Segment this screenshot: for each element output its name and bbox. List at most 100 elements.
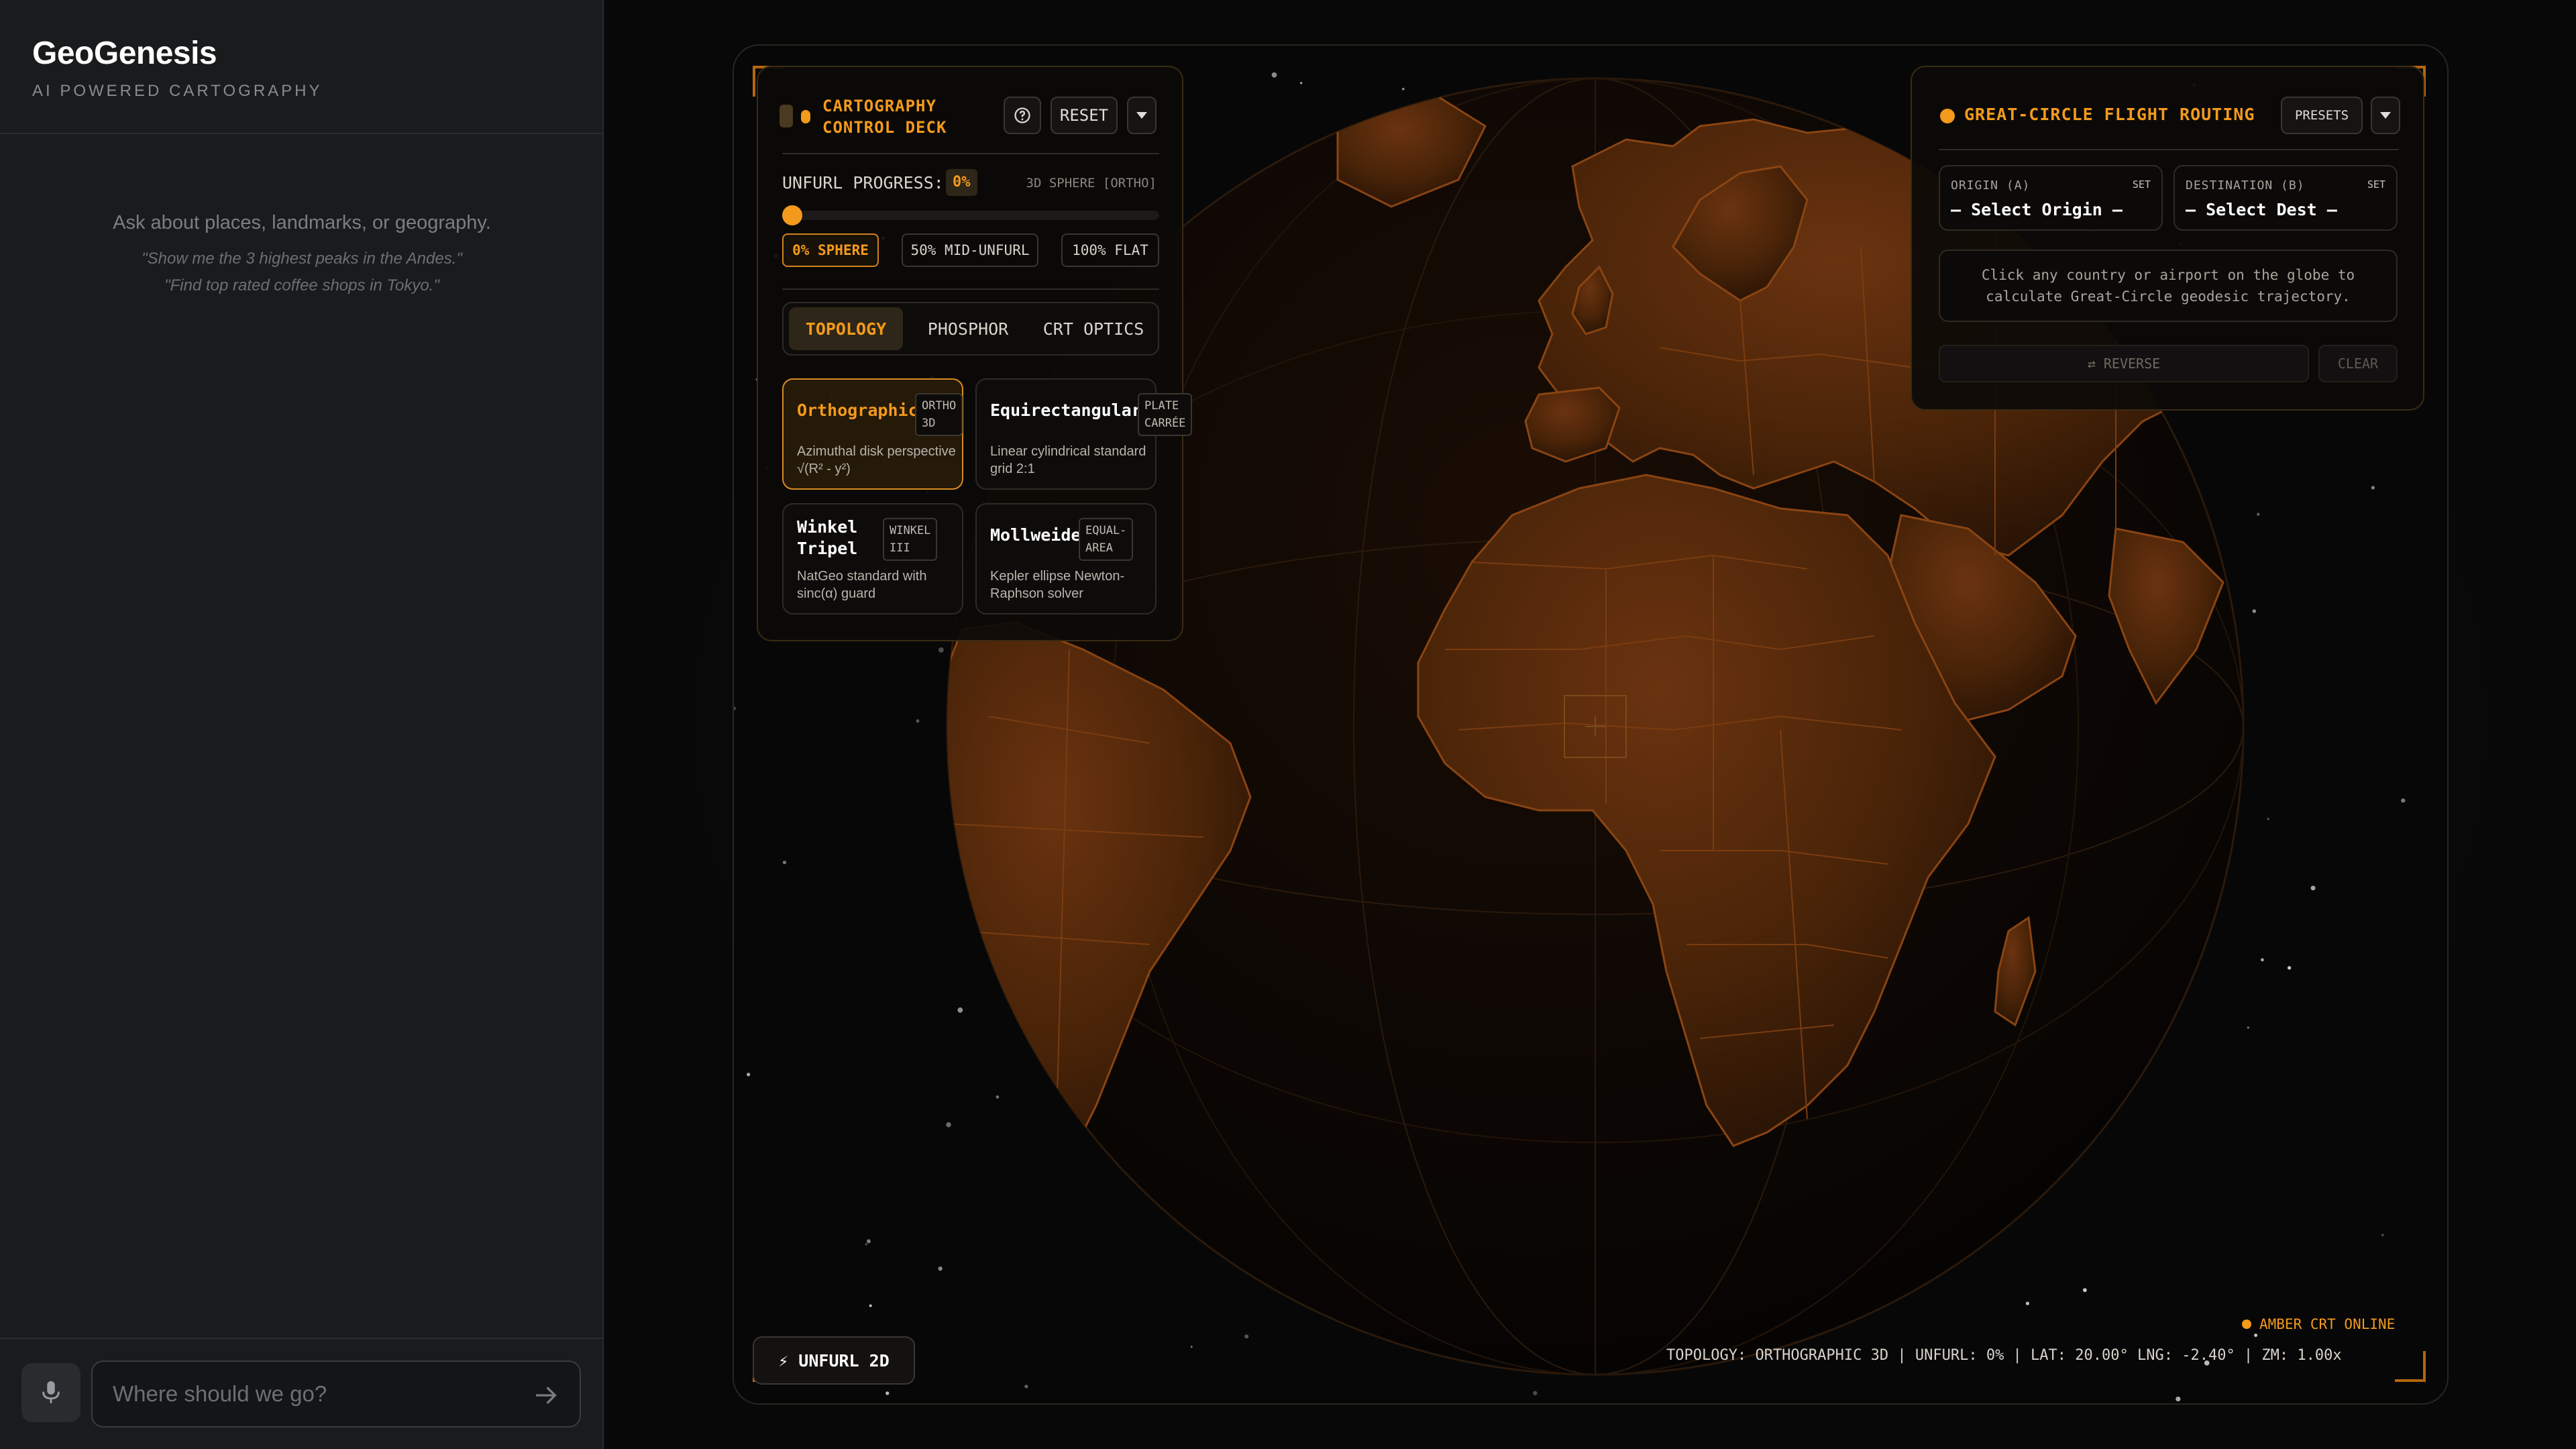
clear-button[interactable]: CLEAR [2318,345,2398,382]
reset-button[interactable]: RESET [1051,97,1118,134]
crt-status-label: AMBER CRT ONLINE [2259,1316,2396,1332]
star [938,1266,943,1271]
panel-title: GREAT-CIRCLE FLIGHT ROUTING [1964,105,2255,124]
projection-tag-line: 3D [922,417,936,430]
star [2247,1026,2249,1029]
star [2381,1234,2384,1237]
frame-corner [2395,1351,2426,1382]
destination-value: — Select Dest — [2186,200,2337,219]
arrow-right-icon[interactable] [533,1382,559,1409]
unfurl-progress-value: 0% [946,169,977,196]
caret-down-icon [1136,112,1147,119]
microphone-button[interactable] [21,1363,80,1422]
projection-mode-label: 3D SPHERE [ORTHO] [1026,176,1157,191]
collapse-button[interactable] [2371,97,2400,134]
star [866,1239,871,1244]
chat-composer [91,1360,581,1428]
drag-handle[interactable] [780,105,793,127]
microphone-icon [42,1381,60,1403]
crt-status: AMBER CRT ONLINE [2242,1316,2395,1332]
app-subtitle: AI POWERED CARTOGRAPHY [32,82,323,100]
tab-crt-optics[interactable]: CRT OPTICS [1033,307,1154,350]
star [2025,1301,2030,1305]
star [746,1073,751,1077]
composer-divider [0,1338,604,1339]
panel-divider [1939,149,2399,150]
unfurl-slider-thumb[interactable] [782,205,802,225]
chat-input[interactable] [113,1362,515,1426]
unfurl-slider[interactable] [782,205,1159,225]
origin-set-button[interactable]: SET [2133,178,2151,191]
projection-name: Equirectangular [990,400,1142,420]
app-title: GeoGenesis [32,36,217,71]
status-dot [2242,1320,2251,1329]
preset-sphere[interactable]: 0% SPHERE [782,233,879,267]
destination-field[interactable]: DESTINATION (B) SET — Select Dest — [2174,165,2398,231]
help-button[interactable] [1004,97,1041,134]
status-dot [801,110,810,123]
projection-card-mollweide[interactable]: Mollweide EQUAL- AREA Kepler ellipse Newt… [975,503,1157,614]
chat-empty-prompt: Ask about places, landmarks, or geograph… [113,212,491,233]
projection-description: Azimuthal disk perspective √(R² - y²) [797,444,956,476]
presets-button[interactable]: PRESETS [2281,97,2363,134]
star [2401,798,2406,803]
projection-description: NatGeo standard with sinc(α) guard [797,569,927,601]
star [1190,1346,1193,1348]
origin-value: — Select Origin — [1951,200,2123,219]
routing-hint: Click any country or airport on the glob… [1981,267,2355,305]
star [865,1243,868,1246]
projection-tag-line: III [890,541,910,555]
projection-tag: ORTHO 3D [915,393,963,436]
projection-tag: EQUAL- AREA [1079,518,1134,561]
projection-tag-line: WINKEL [890,524,931,537]
tab-phosphor[interactable]: PHOSPHOR [911,307,1025,350]
unfurl-progress-label: UNFURL PROGRESS: [782,173,944,193]
star [2083,1288,2087,1293]
projection-tag-line: PLATE [1144,399,1179,413]
panel-title: CARTOGRAPHY CONTROL DECK [822,95,947,138]
cartography-control-deck: CARTOGRAPHY CONTROL DECK RESET UNFURL PR… [757,66,1193,641]
projection-description: Kepler ellipse Newton-Raphson solver [990,569,1125,601]
projection-tag-line: EQUAL- [1085,524,1127,537]
star [885,1391,890,1395]
star [1271,72,1277,78]
origin-field[interactable]: ORIGIN (A) SET — Select Origin — [1939,165,2163,231]
sidebar: GeoGenesis AI POWERED CARTOGRAPHY Ask ab… [0,0,604,1449]
preset-mid-unfurl[interactable]: 50% MID-UNFURL [902,233,1038,267]
star [2310,885,2316,891]
tab-topology[interactable]: TOPOLOGY [789,307,903,350]
star [946,1122,951,1128]
collapse-button[interactable] [1127,97,1157,134]
caret-down-icon [2380,112,2391,119]
star [782,860,787,865]
projection-name: Winkel Tripel [797,517,858,558]
projection-tag-line: AREA [1085,541,1113,555]
star [2371,486,2375,490]
projection-card-orthographic[interactable]: Orthographic ORTHO 3D Azimuthal disk pers… [782,378,963,490]
reverse-button[interactable]: ⇄ REVERSE [1939,345,2309,382]
panel-divider [782,153,1159,154]
routing-hint-box: Click any country or airport on the glob… [1939,250,2398,322]
example-query[interactable]: "Show me the 3 highest peaks in the Ande… [0,250,604,268]
projection-name: Mollweide [990,525,1081,545]
great-circle-routing-panel: GREAT-CIRCLE FLIGHT ROUTING PRESETS ORIG… [1911,66,2424,411]
example-query[interactable]: "Find top rated coffee shops in Tokyo." [0,276,604,295]
origin-label: ORIGIN (A) [1951,178,2031,193]
projection-card-winkel-tripel[interactable]: Winkel Tripel WINKEL III NatGeo standard … [782,503,963,614]
projection-tag: PLATE CARRÉE [1138,393,1193,436]
panel-title-line: CONTROL DECK [822,118,947,137]
projection-card-equirectangular[interactable]: Equirectangular PLATE CARRÉE Linear cylin… [975,378,1193,490]
projection-name: Orthographic [797,400,918,420]
destination-label: DESTINATION (B) [2186,178,2305,193]
destination-set-button[interactable]: SET [2367,178,2385,191]
star [1024,1385,1028,1389]
unfurl-2d-button[interactable]: ⚡ UNFURL 2D [753,1336,915,1385]
status-readout: TOPOLOGY: ORTHOGRAPHIC 3D | UNFURL: 0% |… [1666,1347,2342,1364]
preset-flat[interactable]: 100% FLAT [1061,233,1159,267]
projection-tag-line: CARRÉE [1144,417,1186,430]
star [869,1304,872,1307]
projection-tag: WINKEL III [883,518,938,561]
projection-tag-line: ORTHO [922,399,957,413]
projection-description: Linear cylindrical standard grid 2:1 [990,444,1146,476]
panel-divider [782,288,1159,290]
